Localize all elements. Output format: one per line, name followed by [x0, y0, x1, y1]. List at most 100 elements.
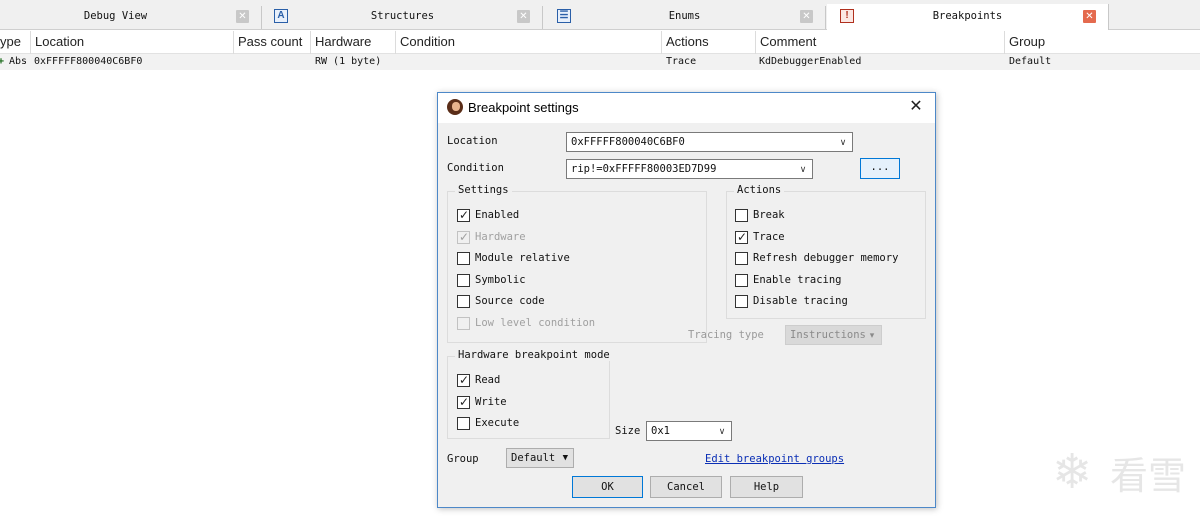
close-icon[interactable]: ✕ [800, 10, 813, 23]
checkbox-box [457, 317, 470, 330]
condition-label: Condition [447, 162, 504, 174]
checkbox-box [457, 274, 470, 287]
snowflake-logo-icon: ❄ [1052, 446, 1093, 499]
break-checkbox[interactable]: Break [735, 209, 920, 223]
checkbox-label: Module relative [475, 252, 570, 264]
tab-debug-view[interactable]: Debug View ✕ [0, 6, 262, 29]
column-header-pass-count[interactable]: Pass count [234, 31, 311, 54]
help-button[interactable]: Help [730, 476, 803, 498]
tracing-type-combobox: Instructions ▾ [785, 325, 882, 345]
tracing-type-label: Tracing type [688, 329, 764, 341]
read-checkbox[interactable]: Read [457, 373, 597, 388]
group-dropdown[interactable]: Default ▼ [506, 448, 574, 468]
location-label: Location [447, 135, 498, 147]
size-value: 0x1 [651, 425, 670, 437]
close-icon[interactable]: ✕ [1083, 10, 1096, 23]
checkbox-box [457, 230, 470, 244]
enable-tracing-checkbox[interactable]: Enable tracing [735, 274, 920, 288]
checkbox-box [457, 295, 470, 308]
checkbox-label: Hardware [475, 231, 526, 243]
ok-button[interactable]: OK [572, 476, 643, 498]
hw-mode-group-title: Hardware breakpoint mode [455, 349, 613, 361]
checkbox-box [735, 209, 748, 222]
tab-enums[interactable]: ☰ Enums ✕ [544, 6, 826, 29]
tab-bar: Debug View ✕ A Structures ✕ ☰ Enums ✕ ! … [0, 0, 1200, 30]
tab-label: Breakpoints [932, 10, 1003, 22]
settings-group-title: Settings [455, 184, 512, 196]
symbolic-checkbox[interactable]: Symbolic [457, 274, 657, 288]
disable-tracing-checkbox[interactable]: Disable tracing [735, 295, 920, 309]
module-relative-checkbox[interactable]: Module relative [457, 252, 657, 266]
checkbox-box [457, 395, 470, 409]
column-header-comment[interactable]: Comment [756, 31, 1005, 54]
table-row[interactable]: + Abs 0xFFFFF800040C6BF0 RW (1 byte) Tra… [0, 54, 1200, 70]
hardware-checkbox: Hardware [457, 230, 657, 245]
condition-value: rip!=0xFFFFF80003ED7D99 [571, 163, 717, 175]
checkbox-box [735, 274, 748, 287]
checkbox-label: Disable tracing [753, 295, 848, 307]
size-combobox[interactable]: 0x1 ∨ [646, 421, 732, 441]
column-header-condition[interactable]: Condition [396, 31, 662, 54]
checkbox-label: Read [475, 374, 501, 386]
cell-hardware: RW (1 byte) [315, 56, 382, 67]
checkbox-box [735, 230, 748, 244]
column-header-hardware[interactable]: Hardware [311, 31, 396, 54]
checkbox-label: Symbolic [475, 274, 526, 286]
tab-label: Enums [668, 10, 701, 22]
tab-label: Structures [370, 10, 435, 22]
triangle-down-icon: ▼ [562, 453, 568, 463]
cancel-button[interactable]: Cancel [650, 476, 722, 498]
watermark: ❄ 看雪 [1052, 446, 1200, 506]
close-icon[interactable]: ✕ [907, 98, 925, 116]
watermark-text: 看雪 [1110, 454, 1187, 498]
checkbox-label: Refresh debugger memory [753, 252, 899, 264]
checkbox-label: Source code [475, 295, 545, 307]
tab-label: Debug View [83, 10, 148, 22]
group-value: Default [511, 452, 556, 464]
cell-location: 0xFFFFF800040C6BF0 [34, 56, 143, 67]
row-marker-icon: + [0, 56, 5, 67]
column-header-location[interactable]: Location [31, 31, 234, 54]
checkbox-label: Low level condition [475, 317, 596, 329]
tab-structures[interactable]: A Structures ✕ [263, 6, 543, 29]
condition-editor-button[interactable]: ... [860, 158, 900, 179]
close-icon[interactable]: ✕ [236, 10, 249, 23]
close-icon[interactable]: ✕ [517, 10, 530, 23]
size-label: Size [615, 425, 641, 437]
group-label: Group [447, 453, 479, 465]
condition-combobox[interactable]: rip!=0xFFFFF80003ED7D99 ∨ [566, 159, 813, 179]
trace-checkbox[interactable]: Trace [735, 230, 920, 245]
checkbox-box [457, 373, 470, 387]
checkbox-box [735, 252, 748, 265]
actions-group-title: Actions [734, 184, 785, 196]
column-header-group[interactable]: Group [1005, 31, 1200, 54]
checkbox-box [457, 252, 470, 265]
checkbox-label: Enabled [475, 209, 520, 221]
cell-comment: KdDebuggerEnabled [759, 56, 862, 67]
write-checkbox[interactable]: Write [457, 395, 597, 410]
column-header-actions[interactable]: Actions [662, 31, 756, 54]
dialog-titlebar[interactable]: Breakpoint settings ✕ [438, 93, 935, 123]
checkbox-label: Write [475, 396, 507, 408]
checkbox-box [457, 208, 470, 222]
refresh-debugger-memory-checkbox[interactable]: Refresh debugger memory [735, 252, 920, 266]
chevron-down-icon[interactable]: ∨ [716, 423, 728, 439]
location-value: 0xFFFFF800040C6BF0 [571, 136, 685, 148]
chevron-down-icon[interactable]: ∨ [837, 134, 849, 150]
location-combobox[interactable]: 0xFFFFF800040C6BF0 ∨ [566, 132, 853, 152]
checkbox-box [735, 295, 748, 308]
edit-breakpoint-groups-link[interactable]: Edit breakpoint groups [705, 453, 844, 465]
tab-breakpoints[interactable]: ! Breakpoints ✕ [827, 4, 1109, 30]
app-avatar-icon [447, 99, 463, 115]
execute-checkbox[interactable]: Execute [457, 417, 597, 431]
checkbox-box [457, 417, 470, 430]
chevron-down-icon[interactable]: ∨ [797, 161, 809, 177]
enabled-checkbox[interactable]: Enabled [457, 208, 657, 223]
cell-group: Default [1009, 56, 1052, 67]
breakpoint-settings-dialog: Breakpoint settings ✕ Location 0xFFFFF80… [437, 92, 936, 508]
chevron-down-icon: ▾ [869, 330, 875, 340]
checkbox-label: Enable tracing [753, 274, 842, 286]
checkbox-label: Execute [475, 417, 520, 429]
column-header-type[interactable]: ype [0, 31, 31, 54]
source-code-checkbox[interactable]: Source code [457, 295, 657, 309]
